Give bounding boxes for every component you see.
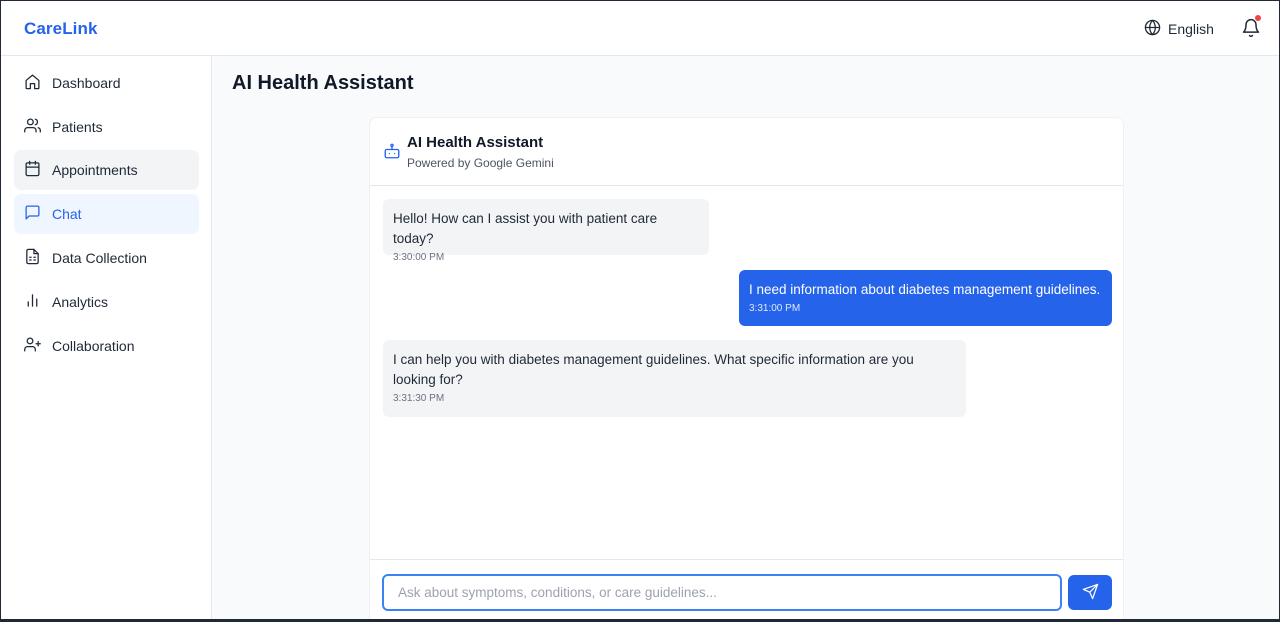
message-text: Hello! How can I assist you with patient… (393, 211, 658, 246)
sidebar-item-analytics[interactable]: Analytics (14, 282, 199, 322)
sidebar-item-data-collection[interactable]: Data Collection (14, 238, 199, 278)
chat-header: AI Health Assistant Powered by Google Ge… (370, 118, 1123, 186)
users-icon (24, 117, 41, 137)
sidebar-item-chat[interactable]: Chat (14, 194, 199, 234)
message-bubble-assistant: Hello! How can I assist you with patient… (383, 199, 709, 263)
language-selector[interactable]: English (1144, 19, 1214, 39)
calendar-icon (24, 160, 41, 180)
message-timestamp: 3:30:00 PM (393, 252, 445, 263)
message-timestamp: 3:31:30 PM (393, 393, 445, 404)
notification-dot (1255, 15, 1261, 21)
chat-title: AI Health Assistant (407, 134, 544, 151)
sidebar-item-label: Chat (52, 206, 82, 222)
sidebar-item-label: Patients (52, 119, 103, 135)
sidebar: Dashboard Patients Appointments Chat Dat… (1, 56, 212, 619)
chat-panel: AI Health Assistant Powered by Google Ge… (369, 117, 1124, 619)
brand-logo[interactable]: CareLink (24, 19, 98, 39)
message-bubble-user: I need information about diabetes manage… (739, 270, 1112, 326)
bar-chart-icon (24, 292, 41, 312)
send-icon (1082, 583, 1099, 603)
top-header: CareLink English (1, 1, 1279, 56)
sidebar-item-label: Collaboration (52, 338, 135, 354)
home-icon (24, 73, 41, 93)
bot-icon (383, 142, 401, 160)
notifications-button[interactable] (1241, 15, 1261, 42)
app-window: CareLink English Dashboard Patients Appo… (0, 0, 1280, 622)
bell-icon (1241, 18, 1261, 42)
send-button[interactable] (1068, 575, 1112, 610)
message-timestamp: 3:31:00 PM (749, 303, 801, 314)
language-label: English (1168, 21, 1214, 37)
sidebar-item-appointments[interactable]: Appointments (14, 150, 199, 190)
page-title: AI Health Assistant (232, 72, 414, 94)
message-composer (370, 559, 1123, 619)
message-bubble-assistant: I can help you with diabetes management … (383, 340, 966, 417)
sidebar-item-label: Analytics (52, 294, 109, 310)
chat-subtitle: Powered by Google Gemini (407, 156, 554, 170)
sidebar-item-collaboration[interactable]: Collaboration (14, 326, 199, 366)
chat-input[interactable] (382, 574, 1062, 611)
sidebar-item-patients[interactable]: Patients (14, 107, 199, 147)
sidebar-item-label: Appointments (52, 162, 138, 178)
sidebar-item-dashboard[interactable]: Dashboard (14, 63, 199, 103)
user-plus-icon (24, 336, 41, 356)
sidebar-item-label: Data Collection (52, 250, 147, 266)
message-text: I need information about diabetes manage… (749, 282, 1101, 297)
message-text: I can help you with diabetes management … (393, 352, 914, 387)
clipboard-icon (24, 248, 41, 268)
globe-icon (1144, 19, 1161, 39)
message-icon (24, 204, 41, 224)
sidebar-item-label: Dashboard (52, 75, 121, 91)
